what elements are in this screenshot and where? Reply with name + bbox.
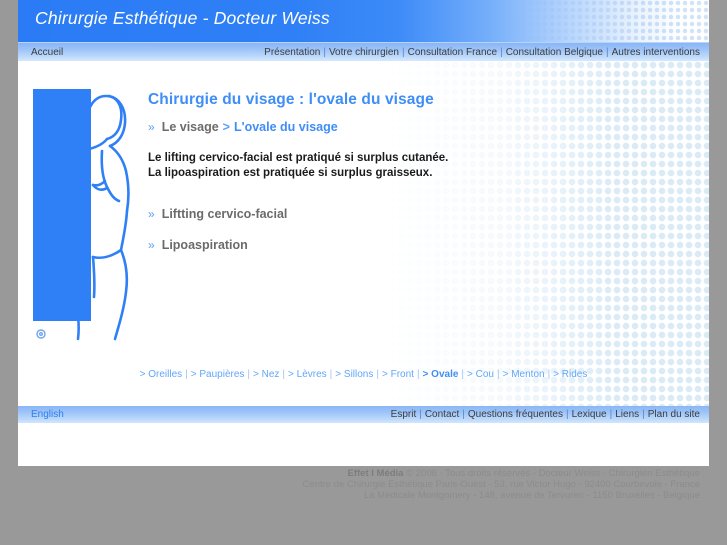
- masthead: Chirurgie Esthétique - Docteur Weiss: [18, 0, 709, 42]
- nav-item-consultation-belgique[interactable]: Consultation Belgique: [506, 47, 603, 58]
- subnav-item-oreilles[interactable]: > Oreilles: [140, 369, 183, 380]
- halftone-dots-decoration: [479, 0, 709, 42]
- subnav-item-cou[interactable]: > Cou: [467, 369, 494, 380]
- content-area: Chirurgie du visage : l'ovale du visage …: [18, 61, 709, 406]
- main-column: Chirurgie du visage : l'ovale du visage …: [148, 61, 618, 269]
- procedure-label: Lipoaspiration: [161, 238, 248, 252]
- subnav-separator: |: [461, 369, 465, 380]
- sub-navigation: > Oreilles | > Paupières | > Nez | > Lèvres | > …: [18, 369, 709, 380]
- copyright-line-1: Effet I Média © 2006 - Tous droits réser…: [18, 468, 700, 479]
- top-nav-links: Présentation | Votre chirurgien | Consultati…: [264, 47, 700, 58]
- footer-separator: |: [419, 409, 422, 420]
- nav-item-accueil[interactable]: Accueil: [31, 47, 63, 58]
- copyright-line-3: La Médicale Montgomery - 148, avenue de …: [363, 490, 700, 501]
- subnav-separator: |: [282, 369, 286, 380]
- language-switch-english[interactable]: English: [31, 409, 64, 420]
- subnav-separator: |: [376, 369, 379, 380]
- nav-item-votre-chirurgien[interactable]: Votre chirurgien: [329, 47, 399, 58]
- footer-item-contact[interactable]: Contact: [425, 409, 459, 420]
- procedure-label: Liftting cervico-facial: [161, 207, 288, 221]
- subnav-item-sillons[interactable]: > Sillons: [335, 369, 373, 380]
- nav-item-consultation-france[interactable]: Consultation France: [408, 47, 498, 58]
- page-title: Chirurgie du visage : l'ovale du visage: [148, 91, 434, 108]
- copyright-line-2: Centre de Chirurgie Esthétique Paris-Oue…: [302, 479, 700, 490]
- subnav-separator: |: [329, 369, 333, 380]
- site-title: Chirurgie Esthétique - Docteur Weiss: [35, 8, 330, 28]
- footer-item-liens[interactable]: Liens: [615, 409, 639, 420]
- subnav-item-nez[interactable]: > Nez: [253, 369, 279, 380]
- subnav-separator: |: [185, 369, 188, 380]
- nav-link-accueil[interactable]: Accueil: [31, 47, 63, 58]
- copyright-line-1-rest: © 2006 - Tous droits réservés - Docteur …: [403, 468, 700, 479]
- female-figure-illustration: [31, 87, 139, 349]
- nav-separator: |: [323, 47, 326, 58]
- nav-separator: |: [401, 47, 405, 58]
- footer-item-plan-du-site[interactable]: Plan du site: [648, 409, 700, 420]
- chevron-double-right-icon: »: [148, 120, 155, 134]
- subnav-item-levres[interactable]: > Lèvres: [288, 369, 327, 380]
- breadcrumb-current: L'ovale du visage: [233, 120, 338, 134]
- procedure-item-lipoaspiration[interactable]: » Lipoaspiration: [148, 238, 618, 252]
- nav-separator: |: [606, 47, 609, 58]
- footer-separator: |: [565, 409, 569, 420]
- footer-separator: |: [462, 409, 465, 420]
- intro-line-1: Le lifting cervico-facial est pratiqué s…: [148, 152, 449, 164]
- subnav-separator: |: [547, 369, 551, 380]
- intro-line-2: La lipoaspiration est pratiquée si surpl…: [148, 167, 433, 179]
- footer-bar: English Esprit | Contact | Questions fréquen…: [18, 406, 709, 423]
- subnav-item-front[interactable]: > Front: [382, 369, 414, 380]
- chevron-double-right-icon: »: [148, 238, 155, 252]
- footer-item-lexique[interactable]: Lexique: [572, 409, 607, 420]
- breadcrumb-link-parent[interactable]: Le visage: [162, 120, 219, 134]
- subnav-separator: |: [496, 369, 500, 380]
- footer-item-esprit[interactable]: Esprit: [391, 409, 417, 420]
- nav-item-autres-interventions[interactable]: Autres interventions: [612, 47, 700, 58]
- nav-item-presentation[interactable]: Présentation: [264, 47, 320, 58]
- procedure-list: » Liftting cervico-facial » Lipoaspirati…: [148, 207, 618, 252]
- subnav-item-menton[interactable]: > Menton: [503, 369, 545, 380]
- copyright-block: Effet I Média © 2006 - Tous droits réser…: [18, 468, 709, 501]
- footer-separator: |: [609, 409, 613, 420]
- breadcrumb-separator: >: [222, 120, 230, 134]
- site-container: Chirurgie Esthétique - Docteur Weiss Acc…: [18, 0, 709, 466]
- page-root: Chirurgie Esthétique - Docteur Weiss Acc…: [0, 0, 727, 545]
- procedure-item-lifting[interactable]: » Liftting cervico-facial: [148, 207, 618, 221]
- subnav-separator: |: [416, 369, 420, 380]
- subnav-item-ovale[interactable]: > Ovale: [423, 369, 459, 380]
- chevron-double-right-icon: »: [148, 207, 155, 221]
- footer-item-questions-frequentes[interactable]: Questions fréquentes: [468, 409, 563, 420]
- footer-separator: |: [642, 409, 645, 420]
- subnav-item-rides[interactable]: > Rides: [553, 369, 587, 380]
- footer-links: Esprit | Contact | Questions fréquentes | Lexi…: [391, 409, 700, 420]
- top-navigation-bar: Accueil Présentation | Votre chirurgien | Co…: [18, 42, 709, 61]
- subnav-separator: |: [247, 369, 251, 380]
- intro-paragraph: Le lifting cervico-facial est pratiqué s…: [148, 151, 618, 181]
- breadcrumb: » Le visage > L'ovale du visage: [148, 120, 618, 134]
- subnav-item-paupieres[interactable]: > Paupières: [191, 369, 245, 380]
- nav-separator: |: [500, 47, 503, 58]
- copyright-brand: Effet I Média: [347, 468, 404, 479]
